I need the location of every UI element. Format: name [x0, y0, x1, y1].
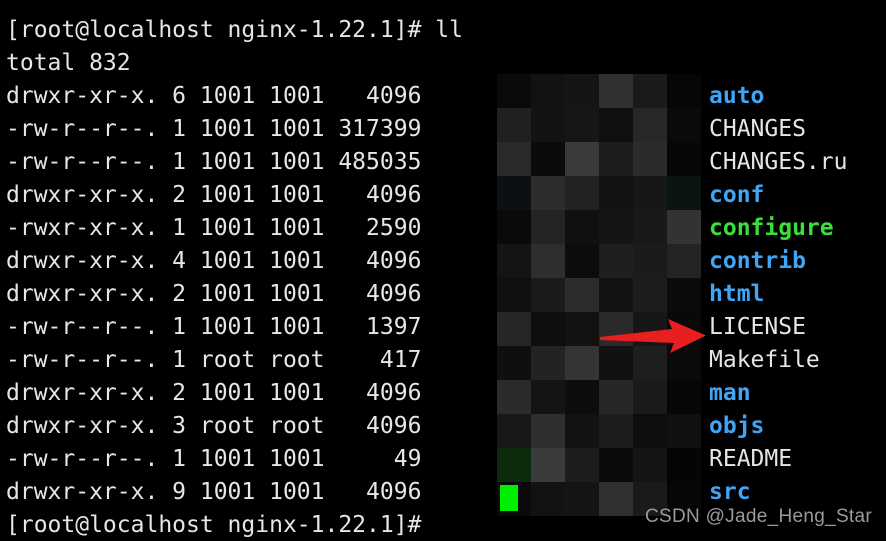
file-metadata: -rw-r--r--. 1 1001 1001 1397: [6, 314, 422, 340]
file-metadata: drwxr-xr-x. 2 1001 1001 4096: [6, 182, 422, 208]
file-listing: drwxr-xr-x. 6 1001 1001 4096 auto -rw-r--r…: [0, 80, 886, 509]
file-metadata: drwxr-xr-x. 6 1001 1001 4096: [6, 83, 422, 109]
file-metadata: -rw-r--r--. 1 1001 1001 485035: [6, 149, 422, 175]
listing-row: -rw-r--r--. 1 root root 417 Makefile: [0, 344, 886, 377]
file-metadata: drwxr-xr-x. 2 1001 1001 4096: [6, 380, 422, 406]
terminal-window[interactable]: [root@localhost nginx-1.22.1]# ll total …: [0, 0, 886, 541]
listing-row: drwxr-xr-x. 2 1001 1001 4096 html: [0, 278, 886, 311]
file-name-objs[interactable]: objs: [709, 410, 764, 443]
file-metadata: drwxr-xr-x. 9 1001 1001 4096: [6, 479, 422, 505]
file-name-man[interactable]: man: [709, 377, 751, 410]
listing-row: drwxr-xr-x. 2 1001 1001 4096 man: [0, 377, 886, 410]
listing-row: drwxr-xr-x. 4 1001 1001 4096 contrib: [0, 245, 886, 278]
file-name-changes[interactable]: CHANGES: [709, 113, 806, 146]
total-text: total 832: [6, 50, 131, 76]
listing-row: -rw-r--r--. 1 1001 1001 49 README: [0, 443, 886, 476]
listing-row: -rwxr-xr-x. 1 1001 1001 2590 configure: [0, 212, 886, 245]
file-metadata: drwxr-xr-x. 4 1001 1001 4096: [6, 248, 422, 274]
file-metadata: -rw-r--r--. 1 1001 1001 49: [6, 446, 422, 472]
listing-row: -rw-r--r--. 1 1001 1001 317399 CHANGES: [0, 113, 886, 146]
final-prompt-text: [root@localhost nginx-1.22.1]#: [6, 512, 422, 538]
file-name-makefile[interactable]: Makefile: [709, 344, 820, 377]
listing-row: drwxr-xr-x. 3 root root 4096 objs: [0, 410, 886, 443]
watermark-text: CSDN @Jade_Heng_Star: [644, 506, 872, 527]
file-metadata: -rw-r--r--. 1 1001 1001 317399: [6, 116, 422, 142]
file-name-html[interactable]: html: [709, 278, 764, 311]
listing-row: -rw-r--r--. 1 1001 1001 1397 LICENSE: [0, 311, 886, 344]
listing-row: -rw-r--r--. 1 1001 1001 485035 CHANGES.ru: [0, 146, 886, 179]
file-name-contrib[interactable]: contrib: [709, 245, 806, 278]
file-metadata: drwxr-xr-x. 2 1001 1001 4096: [6, 281, 422, 307]
file-name-conf[interactable]: conf: [709, 179, 764, 212]
terminal-cursor: [500, 485, 518, 511]
file-metadata: -rw-r--r--. 1 root root 417: [6, 347, 422, 373]
file-metadata: drwxr-xr-x. 3 root root 4096: [6, 413, 422, 439]
file-name-configure[interactable]: configure: [709, 212, 834, 245]
listing-row: drwxr-xr-x. 2 1001 1001 4096 conf: [0, 179, 886, 212]
file-name-readme[interactable]: README: [709, 443, 792, 476]
command-line: [root@localhost nginx-1.22.1]# ll: [0, 14, 886, 47]
listing-row: drwxr-xr-x. 6 1001 1001 4096 auto: [0, 80, 886, 113]
total-line: total 832: [0, 47, 886, 80]
prompt-command-text: [root@localhost nginx-1.22.1]# ll: [6, 17, 463, 43]
file-metadata: -rwxr-xr-x. 1 1001 1001 2590: [6, 215, 422, 241]
file-name-changes-ru[interactable]: CHANGES.ru: [709, 146, 847, 179]
file-name-license[interactable]: LICENSE: [709, 311, 806, 344]
file-name-auto[interactable]: auto: [709, 80, 764, 113]
terminal-output: [root@localhost nginx-1.22.1]# ll total …: [0, 0, 886, 541]
